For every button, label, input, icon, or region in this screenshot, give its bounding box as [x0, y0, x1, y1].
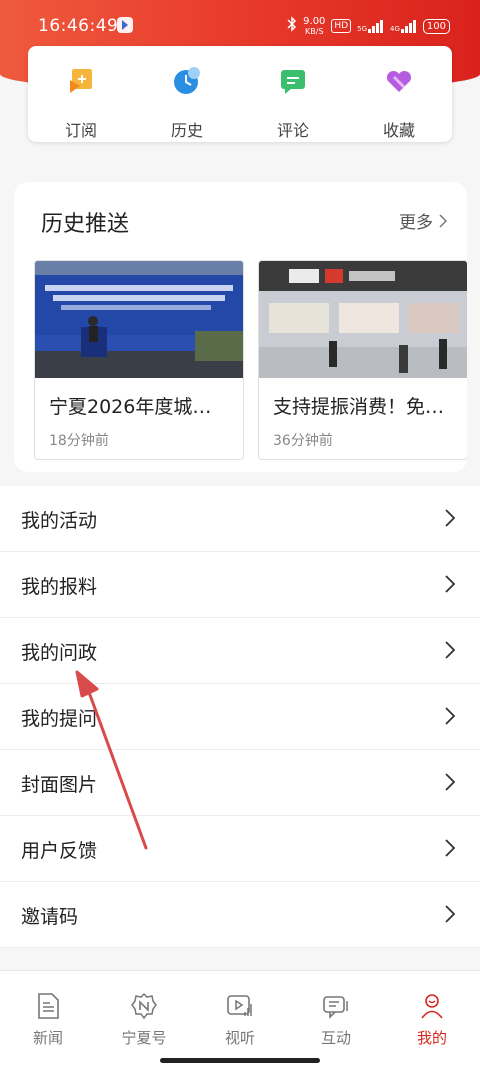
menu-item-label: 邀请码	[21, 906, 79, 928]
subscribe-icon	[70, 69, 92, 93]
bluetooth-icon	[287, 16, 297, 36]
news-title: 支持提振消费！免…	[273, 396, 445, 418]
quick-action-subscribe[interactable]: 订阅	[28, 46, 134, 142]
status-time: 16:46:49	[38, 16, 119, 36]
history-news-card[interactable]: 支持提振消费！免… 36分钟前	[258, 260, 467, 460]
menu-item-my-questions[interactable]: 我的提问	[0, 684, 480, 750]
chevron-right-icon	[445, 575, 456, 593]
status-bar: 16:46:49 9.00 KB/S HD 5G 4G 100	[0, 0, 480, 52]
menu-item-my-activities[interactable]: 我的活动	[0, 486, 480, 552]
quick-action-history[interactable]: 历史	[134, 46, 240, 142]
net-speed: 9.00 KB/S	[303, 15, 326, 36]
more-label: 更多	[399, 213, 433, 233]
menu-item-my-reports[interactable]: 我的报料	[0, 552, 480, 618]
quick-action-comment[interactable]: 评论	[240, 46, 346, 142]
video-icon	[227, 995, 252, 1016]
status-indicators: 9.00 KB/S HD 5G 4G 100	[287, 16, 450, 36]
signal-4g-icon: 4G	[390, 19, 417, 33]
quick-action-favorite[interactable]: 收藏	[346, 46, 452, 142]
net-4g-label: 4G	[390, 24, 400, 33]
quick-action-label: 订阅	[64, 121, 97, 140]
chevron-right-icon	[445, 641, 456, 659]
nav-label: 视听	[224, 1029, 255, 1047]
news-thumbnail	[35, 261, 243, 378]
news-icon	[38, 993, 59, 1019]
nav-tab-news[interactable]: 新闻	[0, 971, 96, 1073]
nav-label: 互动	[320, 1029, 351, 1047]
net-5g-label: 5G	[357, 24, 368, 33]
menu-item-label: 封面图片	[21, 774, 98, 796]
menu-item-invite-code[interactable]: 邀请码	[0, 882, 480, 948]
app-notification-icon	[117, 17, 133, 33]
chevron-right-icon	[445, 839, 456, 857]
nav-tab-me[interactable]: 我的	[384, 971, 480, 1073]
news-time: 36分钟前	[273, 433, 333, 449]
menu-item-label: 我的问政	[21, 642, 98, 664]
news-title: 宁夏2026年度城…	[49, 396, 212, 418]
nav-label: 我的	[416, 1029, 447, 1047]
signal-5g-icon: 5G	[357, 19, 384, 33]
menu-item-feedback[interactable]: 用户反馈	[0, 816, 480, 882]
history-more-link[interactable]: 更多	[399, 208, 447, 233]
nav-label: 宁夏号	[121, 1029, 167, 1047]
profile-icon	[421, 994, 443, 1019]
menu-item-my-inquiries[interactable]: 我的问政	[0, 618, 480, 684]
menu-item-label: 我的报料	[21, 576, 98, 598]
quick-action-label: 历史	[170, 121, 203, 140]
net-speed-unit: KB/S	[305, 26, 324, 36]
chevron-right-icon	[445, 707, 456, 725]
battery-indicator: 100	[422, 18, 450, 34]
menu-item-cover-image[interactable]: 封面图片	[0, 750, 480, 816]
chevron-right-icon	[445, 905, 456, 923]
ningxia-account-icon	[131, 992, 157, 1020]
news-thumbnail	[259, 261, 467, 378]
quick-actions-card: 订阅 历史 评论 收藏	[28, 46, 452, 142]
heart-icon	[386, 70, 412, 92]
comment-icon	[281, 70, 305, 94]
chevron-right-icon	[445, 509, 456, 527]
chevron-right-icon	[445, 773, 456, 791]
profile-menu-list: 我的活动 我的报料 我的问政 我的提问 封面图片 用户反馈 邀请码	[0, 486, 480, 948]
news-time: 18分钟前	[49, 433, 109, 449]
quick-action-label: 评论	[276, 121, 309, 140]
chevron-right-icon	[439, 213, 447, 228]
clock-icon	[174, 67, 200, 94]
menu-item-label: 我的活动	[21, 510, 98, 532]
nav-label: 新闻	[32, 1029, 63, 1047]
history-news-card[interactable]: 宁夏2026年度城… 18分钟前	[34, 260, 244, 460]
net-speed-value: 9.00	[303, 15, 326, 27]
history-push-card: 历史推送 更多 宁夏2026年度城… 18分钟前 支持提振消费！免… 36分钟前	[14, 182, 467, 472]
home-indicator[interactable]	[160, 1058, 320, 1063]
quick-action-label: 收藏	[382, 121, 415, 140]
chat-icon	[323, 996, 348, 1019]
history-push-title: 历史推送	[41, 212, 130, 237]
menu-item-label: 我的提问	[21, 708, 98, 730]
hd-badge: HD	[331, 19, 352, 33]
menu-item-label: 用户反馈	[21, 840, 98, 862]
